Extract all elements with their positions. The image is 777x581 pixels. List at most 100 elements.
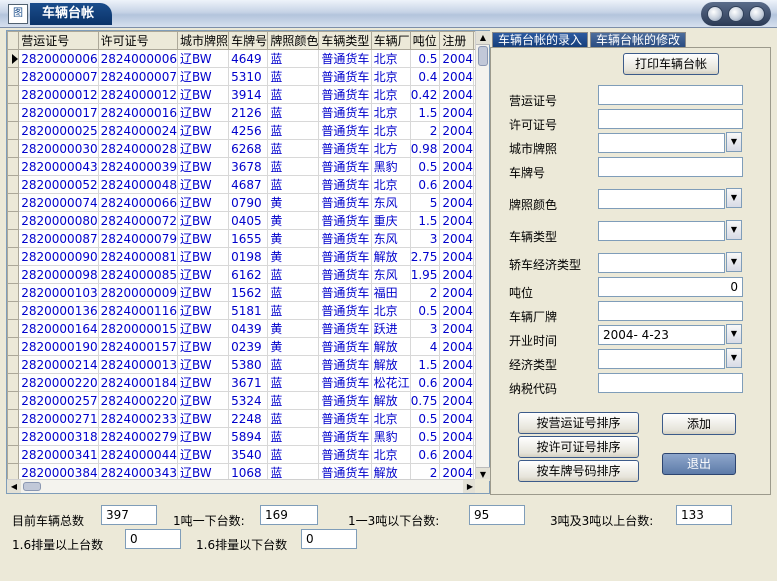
table-cell[interactable]: 2824000116 — [97, 301, 178, 320]
table-cell[interactable]: 2004 — [439, 409, 474, 428]
sort-by-operating-cert-button[interactable]: 按营运证号排序 — [518, 412, 639, 434]
table-cell[interactable]: 蓝 — [267, 103, 320, 122]
econ-type-select[interactable] — [598, 349, 725, 369]
row-indicator[interactable] — [7, 427, 20, 446]
table-cell[interactable]: 0.42 — [409, 85, 441, 104]
table-cell[interactable]: 2004 — [439, 211, 474, 230]
table-cell[interactable]: 2824000048 — [97, 175, 178, 194]
table-cell[interactable]: 2004 — [439, 319, 474, 338]
table-cell[interactable]: 5 — [409, 193, 441, 212]
table-cell[interactable]: 2820000318 — [18, 427, 99, 446]
scroll-thumb[interactable] — [478, 46, 488, 66]
table-cell[interactable]: 2820000009 — [97, 283, 178, 302]
print-button[interactable]: 打印车辆台帐 — [623, 53, 719, 75]
table-cell[interactable]: 2004 — [439, 229, 474, 248]
table-cell[interactable]: 0.5 — [409, 409, 441, 428]
table-cell[interactable]: 2824000016 — [97, 103, 178, 122]
table-cell[interactable]: 普通货车 — [318, 157, 372, 176]
table-cell[interactable]: 北方 — [370, 139, 411, 158]
table-cell[interactable]: 2824000007 — [97, 67, 178, 86]
table-row[interactable]: 2820000098 2824000085 辽BW 6162 蓝普通货车 东风 1.95 20… — [7, 265, 477, 284]
table-cell[interactable]: 2 — [409, 121, 441, 140]
table-cell[interactable]: 黄 — [267, 193, 320, 212]
table-cell[interactable]: 蓝 — [267, 175, 320, 194]
row-indicator[interactable] — [7, 247, 20, 266]
table-cell[interactable]: 蓝 — [267, 391, 320, 410]
table-cell[interactable]: 0.4 — [409, 67, 441, 86]
horizontal-scrollbar[interactable]: ◀ ▶ — [7, 479, 477, 493]
table-cell[interactable]: 普通货车 — [318, 103, 372, 122]
table-cell[interactable]: 北京 — [370, 85, 411, 104]
chevron-down-icon[interactable]: ▼ — [726, 132, 742, 152]
table-cell[interactable]: 4687 — [228, 175, 269, 194]
table-cell[interactable]: 2824000039 — [97, 157, 178, 176]
table-cell[interactable]: 普通货车 — [318, 247, 372, 266]
row-indicator[interactable] — [7, 409, 20, 428]
column-header[interactable]: 注册 — [439, 31, 474, 50]
row-indicator[interactable] — [7, 319, 20, 338]
table-row[interactable]: 2820000007 2824000007 辽BW 5310 蓝普通货车 北京 0.4 200… — [7, 67, 477, 86]
table-row[interactable]: 2820000271 2824000233 辽BW 2248 蓝普通货车 北京 0.5 200… — [7, 409, 477, 428]
table-cell[interactable]: 2126 — [228, 103, 269, 122]
table-cell[interactable]: 2824000233 — [97, 409, 178, 428]
table-cell[interactable]: 北京 — [370, 409, 411, 428]
table-row[interactable]: 2820000220 2824000184 辽BW 3671 蓝普通货车 松花江 0.6 20… — [7, 373, 477, 392]
chevron-down-icon[interactable]: ▼ — [726, 188, 742, 208]
table-cell[interactable]: 2004 — [439, 193, 474, 212]
table-cell[interactable]: 2820000090 — [18, 247, 99, 266]
table-cell[interactable]: 0239 — [228, 337, 269, 356]
table-cell[interactable]: 蓝 — [267, 121, 320, 140]
table-cell[interactable]: 3678 — [228, 157, 269, 176]
table-cell[interactable]: 6268 — [228, 139, 269, 158]
table-cell[interactable]: 2824000157 — [97, 337, 178, 356]
table-cell[interactable]: 北京 — [370, 301, 411, 320]
table-cell[interactable]: 2824000079 — [97, 229, 178, 248]
tax-code-input[interactable] — [598, 373, 743, 393]
maker-input[interactable] — [598, 301, 743, 321]
table-cell[interactable]: 2004 — [439, 337, 474, 356]
table-cell[interactable]: 2004 — [439, 67, 474, 86]
table-cell[interactable]: 2820000220 — [18, 373, 99, 392]
license-cert-input[interactable] — [598, 109, 743, 129]
table-cell[interactable]: 解放 — [370, 391, 411, 410]
table-cell[interactable]: 2820000030 — [18, 139, 99, 158]
table-cell[interactable]: 2004 — [439, 103, 474, 122]
table-cell[interactable]: 1655 — [228, 229, 269, 248]
table-cell[interactable]: 辽BW — [176, 67, 230, 86]
table-cell[interactable]: 普通货车 — [318, 139, 372, 158]
table-cell[interactable]: 2824000013 — [97, 355, 178, 374]
table-cell[interactable]: 辽BW — [176, 319, 230, 338]
chevron-down-icon[interactable]: ▼ — [726, 252, 742, 272]
table-cell[interactable]: 0.98 — [409, 139, 441, 158]
table-cell[interactable]: 黄 — [267, 319, 320, 338]
city-plate-select[interactable] — [598, 133, 725, 153]
table-cell[interactable]: 2820000017 — [18, 103, 99, 122]
table-cell[interactable]: 普通货车 — [318, 319, 372, 338]
table-cell[interactable]: 普通货车 — [318, 283, 372, 302]
row-indicator[interactable] — [7, 157, 20, 176]
table-cell[interactable]: 2 — [409, 283, 441, 302]
table-cell[interactable]: 普通货车 — [318, 175, 372, 194]
table-cell[interactable]: 5310 — [228, 67, 269, 86]
table-cell[interactable]: 蓝 — [267, 409, 320, 428]
scroll-left-icon[interactable]: ◀ — [7, 480, 21, 493]
row-indicator[interactable] — [7, 139, 20, 158]
table-row[interactable]: 2820000164 2820000015 辽BW 0439 黄普通货车 跃进 3 2004 — [7, 319, 477, 338]
table-cell[interactable]: 2824000066 — [97, 193, 178, 212]
table-cell[interactable]: 辽BW — [176, 373, 230, 392]
table-cell[interactable]: 0.5 — [409, 427, 441, 446]
table-row[interactable]: 2820000025 2824000024 辽BW 4256 蓝普通货车 北京 2 2004 — [7, 121, 477, 140]
plate-no-input[interactable] — [598, 157, 743, 177]
table-row[interactable]: 2820000006 2824000006 辽BW 4649 蓝普通货车 北京 0.5 200… — [7, 49, 477, 68]
column-header[interactable]: 营运证号 — [18, 31, 99, 50]
sort-by-license-cert-button[interactable]: 按许可证号排序 — [518, 436, 639, 458]
table-cell[interactable]: 辽BW — [176, 211, 230, 230]
table-row[interactable]: 2820000103 2820000009 辽BW 1562 蓝普通货车 福田 2 2004 — [7, 283, 477, 302]
table-cell[interactable]: 1.5 — [409, 103, 441, 122]
table-cell[interactable]: 2004 — [439, 175, 474, 194]
table-cell[interactable]: 普通货车 — [318, 49, 372, 68]
table-cell[interactable]: 0.6 — [409, 445, 441, 464]
vertical-scrollbar[interactable]: ▲ ▼ — [475, 31, 490, 481]
row-indicator[interactable] — [7, 175, 20, 194]
table-cell[interactable]: 2824000184 — [97, 373, 178, 392]
